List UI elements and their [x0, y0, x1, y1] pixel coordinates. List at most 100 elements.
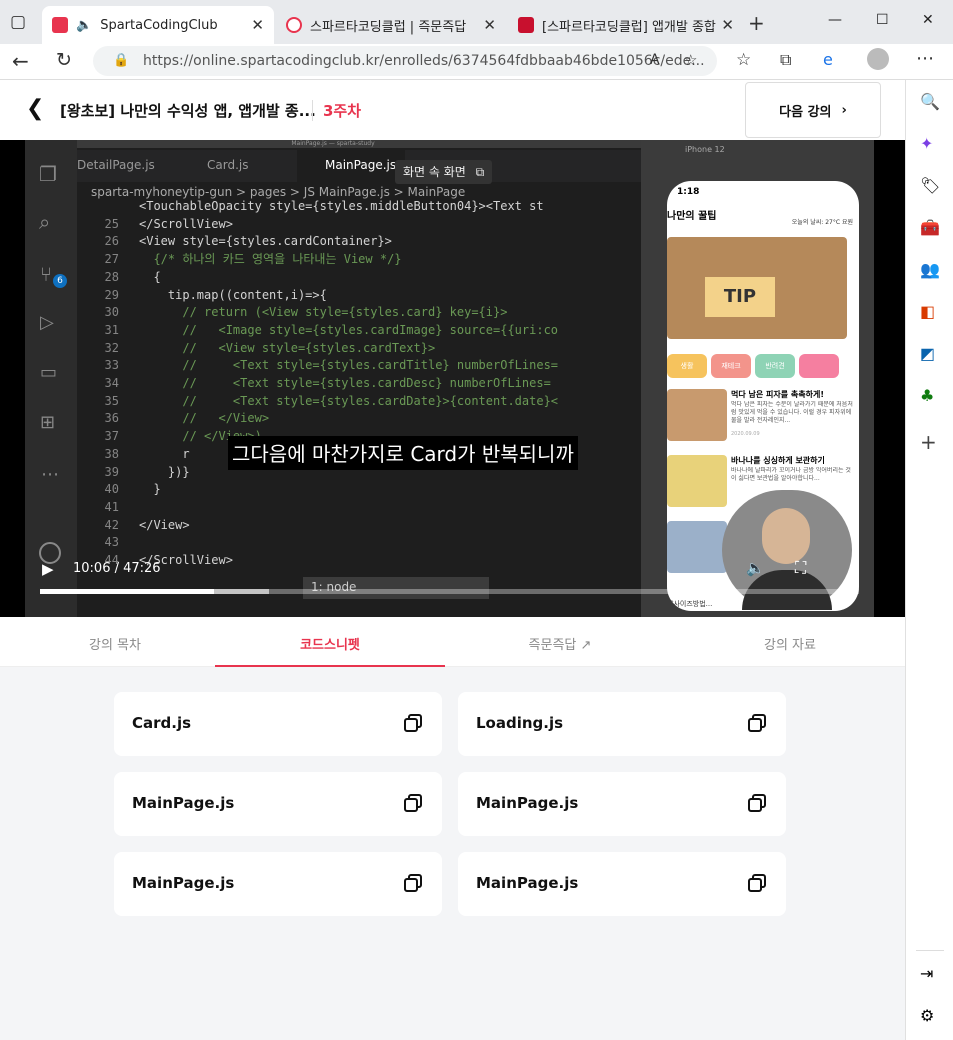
- close-window-icon[interactable]: ✕: [922, 12, 934, 28]
- profile-avatar[interactable]: [867, 48, 889, 70]
- debug-icon: ▷: [40, 312, 54, 333]
- refresh-icon[interactable]: ↻: [56, 49, 72, 71]
- external-link-icon: ↗: [580, 638, 592, 653]
- copy-icon[interactable]: [748, 794, 766, 812]
- maximize-icon[interactable]: ☐: [876, 12, 889, 28]
- office-icon[interactable]: ◧: [920, 302, 935, 321]
- chevron-right-icon: ›: [841, 102, 847, 118]
- tools-icon[interactable]: 🧰: [920, 218, 940, 237]
- progress-bar[interactable]: [40, 589, 859, 594]
- line-number: 41: [104, 499, 119, 514]
- back-icon[interactable]: ←: [12, 49, 29, 73]
- snippet-card[interactable]: MainPage.js: [458, 852, 786, 916]
- more-menu-icon[interactable]: ⋯: [916, 48, 934, 69]
- copy-icon[interactable]: [404, 794, 422, 812]
- code-line: <TouchableOpacity style={styles.middleBu…: [77, 198, 641, 216]
- tab-qa[interactable]: 즉문즉답 ↗: [445, 634, 675, 653]
- code-line: 29 tip.map((content,i)=>{: [77, 287, 641, 305]
- close-tab-icon[interactable]: ✕: [251, 16, 264, 34]
- browser-tab[interactable]: 스파르타코딩클럽 | 즉문즉답 ✕: [276, 6, 506, 44]
- status-time: 1:18: [677, 187, 700, 197]
- tab-title: SpartaCodingClub: [100, 17, 218, 33]
- line-text: // return (<View style={styles.card} key…: [139, 305, 508, 320]
- read-aloud-icon[interactable]: A: [650, 52, 660, 68]
- sparta-favicon-icon: [286, 17, 302, 33]
- browser-tab-active[interactable]: 🔈 SpartaCodingClub ✕: [42, 6, 274, 44]
- tab-curriculum[interactable]: 강의 목차: [0, 634, 230, 653]
- settings-icon[interactable]: ⚙: [920, 1006, 934, 1025]
- line-number: 37: [104, 429, 119, 444]
- tip-card-title: 먹다 남은 피자를 촉촉하게!: [731, 390, 824, 399]
- outlook-icon[interactable]: ◩: [920, 344, 935, 363]
- tree-icon[interactable]: ♣: [920, 386, 934, 405]
- snippet-card[interactable]: MainPage.js: [114, 772, 442, 836]
- snippet-card[interactable]: MainPage.js: [458, 772, 786, 836]
- played-bar: [40, 589, 214, 594]
- line-text: // <Text style={styles.cardTitle} number…: [139, 358, 559, 373]
- fullscreen-icon[interactable]: ⛶: [795, 558, 806, 578]
- close-tab-icon[interactable]: ✕: [483, 16, 496, 34]
- speaker-icon[interactable]: 🔈: [76, 18, 92, 33]
- snippet-filename: MainPage.js: [132, 794, 235, 812]
- edge-icon[interactable]: e: [823, 50, 833, 69]
- favorites-icon[interactable]: ☆: [736, 50, 751, 70]
- code-line: 32 // <View style={styles.cardText}>: [77, 340, 641, 358]
- category-button: [799, 354, 839, 378]
- snippet-filename: MainPage.js: [476, 874, 579, 892]
- line-text: </ScrollView>: [139, 216, 233, 231]
- snippet-card[interactable]: MainPage.js: [114, 852, 442, 916]
- search-icon[interactable]: 🔍: [920, 92, 940, 111]
- tip-card: 먹다 남은 피자를 촉촉하게! 먹다 남은 피자는 수분이 날라가기 때문에 처음…: [667, 389, 859, 455]
- next-lecture-button[interactable]: 다음 강의 ›: [745, 82, 881, 138]
- copy-icon[interactable]: [748, 874, 766, 892]
- tab-materials[interactable]: 강의 자료: [675, 634, 905, 653]
- lock-icon[interactable]: 🔒: [113, 46, 129, 76]
- minimize-icon[interactable]: —: [828, 12, 842, 28]
- browser-tab[interactable]: [스파르타코딩클럽] 앱개발 종합 ✕: [508, 6, 744, 44]
- category-row: 생활 재테크 반려견: [667, 354, 859, 380]
- line-text: // <Text style={styles.cardDate}>{conten…: [139, 393, 559, 408]
- copy-icon[interactable]: [404, 714, 422, 732]
- sparkle-icon[interactable]: ✦: [920, 134, 933, 153]
- video-player[interactable]: MainPage.js — sparta-study ❐ ⌕ ⑂ 6 ▷ ▭ ⊞…: [0, 140, 905, 617]
- divider: [916, 950, 944, 951]
- line-text: })}: [139, 464, 190, 479]
- bottom-caption: 팝사이즈방법...: [667, 600, 713, 608]
- play-icon[interactable]: ▶: [42, 560, 54, 578]
- collections-icon[interactable]: ⧉: [780, 50, 791, 70]
- pip-button[interactable]: 화면 속 화면 ⧉: [395, 160, 493, 184]
- pip-icon: ⧉: [475, 165, 485, 179]
- games-icon[interactable]: 👥: [920, 260, 940, 279]
- search-icon: ⌕: [39, 210, 51, 234]
- url-field[interactable]: 🔒 https://online.spartacodingclub.kr/enr…: [93, 46, 717, 76]
- close-tab-icon[interactable]: ✕: [721, 16, 734, 34]
- tab-code-snippets[interactable]: 코드스니펫: [215, 634, 445, 667]
- shopping-tag-icon[interactable]: 🏷: [920, 176, 940, 195]
- more-options-icon[interactable]: ⋮: [846, 558, 862, 577]
- sidebar-toggle-icon[interactable]: ⇥: [920, 964, 933, 983]
- code-line: 44 </ScrollView>: [77, 552, 641, 570]
- tip-card-image: [667, 389, 727, 441]
- category-button: 생활: [667, 354, 707, 378]
- snippet-filename: MainPage.js: [476, 794, 579, 812]
- add-favorite-icon[interactable]: ☆: [684, 51, 697, 69]
- code-line: 40 }: [77, 481, 641, 499]
- volume-icon[interactable]: 🔈: [746, 559, 765, 577]
- line-number: 35: [104, 393, 119, 408]
- course-title: [왕초보] 나만의 수익성 앱, 앱개발 종...: [60, 102, 316, 120]
- code-line: 26 <View style={styles.cardContainer}>: [77, 233, 641, 251]
- new-tab-icon[interactable]: +: [748, 11, 765, 35]
- copy-icon[interactable]: [748, 714, 766, 732]
- edge-sidebar: 🔍 ✦ 🏷 🧰 👥 ◧ ◩ ♣ + ⇥ ⚙: [905, 80, 953, 1040]
- snippet-card[interactable]: Card.js: [114, 692, 442, 756]
- code-line: 34 // <Text style={styles.cardDesc} numb…: [77, 375, 641, 393]
- tip-card-image: [667, 521, 727, 573]
- line-number: 32: [104, 340, 119, 355]
- copy-icon[interactable]: [404, 874, 422, 892]
- add-sidebar-icon[interactable]: +: [920, 430, 937, 454]
- url-text: https://online.spartacodingclub.kr/enrol…: [143, 53, 705, 69]
- back-arrow-icon[interactable]: ❮: [26, 96, 44, 121]
- tab-actions-icon[interactable]: ▢: [10, 12, 26, 32]
- week-label: 3주차: [312, 100, 361, 121]
- snippet-card[interactable]: Loading.js: [458, 692, 786, 756]
